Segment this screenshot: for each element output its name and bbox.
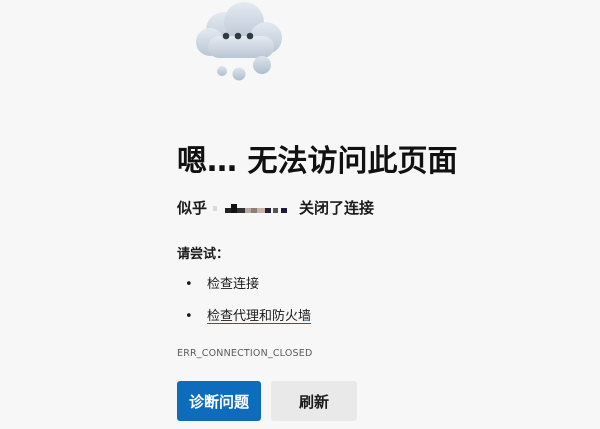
list-item: • 检查代理和防火墙 [185,306,311,338]
try-label: 请尝试： [177,247,230,262]
cloud-error-icon [186,0,296,86]
error-code: ERR_CONNECTION_CLOSED [177,348,313,359]
suggestion-list: • 检查连接 • 检查代理和防火墙 [185,274,311,338]
redacted-hostname [211,200,295,216]
bullet-icon: • [185,277,193,292]
check-proxy-firewall-link[interactable]: 检查代理和防火墙 [207,309,311,324]
bullet-icon: • [185,309,193,324]
error-subtitle: 似乎 关闭了连接 [177,197,374,218]
subtitle-suffix: 关闭了连接 [299,199,375,217]
refresh-button[interactable]: 刷新 [271,381,357,421]
diagnose-button[interactable]: 诊断问题 [177,381,261,421]
suggestion-check-connection: 检查连接 [207,277,260,292]
error-page: 嗯… 无法访问此页面 似乎 关闭了连接 请尝试： • 检查连接 • 检查代理和防… [0,0,600,429]
subtitle-prefix: 似乎 [177,199,208,217]
page-title: 嗯… 无法访问此页面 [177,144,458,179]
list-item: • 检查连接 [185,274,311,306]
